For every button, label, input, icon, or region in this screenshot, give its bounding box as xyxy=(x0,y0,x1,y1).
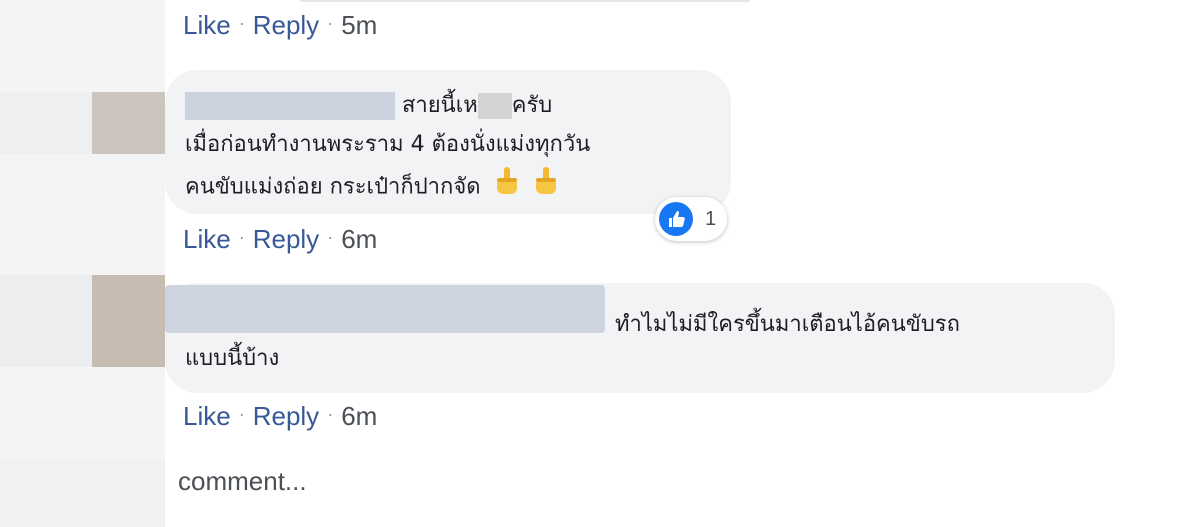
blurred-author-name xyxy=(185,92,395,120)
separator-dot: · xyxy=(238,12,245,33)
like-link[interactable]: Like xyxy=(183,10,231,41)
like-link[interactable]: Like xyxy=(183,401,231,432)
gutter-shade xyxy=(0,275,92,367)
left-gutter xyxy=(0,0,165,527)
write-comment-input[interactable]: comment... xyxy=(178,466,307,497)
avatar xyxy=(92,275,165,367)
comment-text: สายนี้เห xyxy=(402,93,478,118)
comment-timestamp[interactable]: 6m xyxy=(341,401,377,432)
gutter-shade xyxy=(0,460,165,527)
separator-dot: · xyxy=(327,12,334,33)
comment-text: ทำไมไม่มีใครขึ้นมาเตือนไอ้คนขับรถ xyxy=(615,312,960,337)
middle-finger-emoji-icon xyxy=(494,166,520,209)
previous-bubble-edge xyxy=(300,0,750,2)
comment-actions: Like · Reply · 5m xyxy=(183,10,377,40)
gutter-shade xyxy=(0,92,92,154)
comment-bubble: สายนี้เห ครับ เมื่อก่อนทำงานพระราม 4 ต้อง… xyxy=(165,70,731,214)
comment-timestamp[interactable]: 5m xyxy=(341,10,377,41)
thumbs-up-icon xyxy=(659,202,693,236)
reaction-count[interactable]: 1 xyxy=(655,197,727,241)
comment-timestamp[interactable]: 6m xyxy=(341,224,377,255)
separator-dot: · xyxy=(327,226,334,247)
comment-text: เมื่อก่อนทำงานพระราม 4 ต้องนั่งแม่งทุกวั… xyxy=(185,132,591,157)
comment-actions: Like · Reply · 6m xyxy=(183,401,377,431)
separator-dot: · xyxy=(238,403,245,424)
blurred-author-name xyxy=(165,285,605,333)
comment-bubble: ทำไมไม่มีใครขึ้นมาเตือนไอ้คนขับรถ แบบนี้… xyxy=(165,283,1115,393)
reply-link[interactable]: Reply xyxy=(253,10,319,41)
comment-text: คนขับแม่งถ่อย กระเป๋าก็ปากจัด xyxy=(185,174,481,200)
middle-finger-emoji-icon xyxy=(533,166,559,209)
reaction-count-number: 1 xyxy=(705,207,717,230)
blurred-text xyxy=(477,93,512,119)
comment-actions: Like · Reply · 6m xyxy=(183,224,377,254)
like-link[interactable]: Like xyxy=(183,224,231,255)
avatar xyxy=(92,92,165,154)
reply-link[interactable]: Reply xyxy=(253,224,319,255)
comment-text: แบบนี้บ้าง xyxy=(185,346,280,371)
comment-line: คนขับแม่งถ่อย กระเป๋าก็ปากจัด xyxy=(185,166,559,209)
reply-link[interactable]: Reply xyxy=(253,401,319,432)
separator-dot: · xyxy=(238,226,245,247)
comment-text: ครับ xyxy=(511,93,553,118)
separator-dot: · xyxy=(327,403,334,424)
comment-line: สายนี้เห ครับ xyxy=(185,87,552,125)
